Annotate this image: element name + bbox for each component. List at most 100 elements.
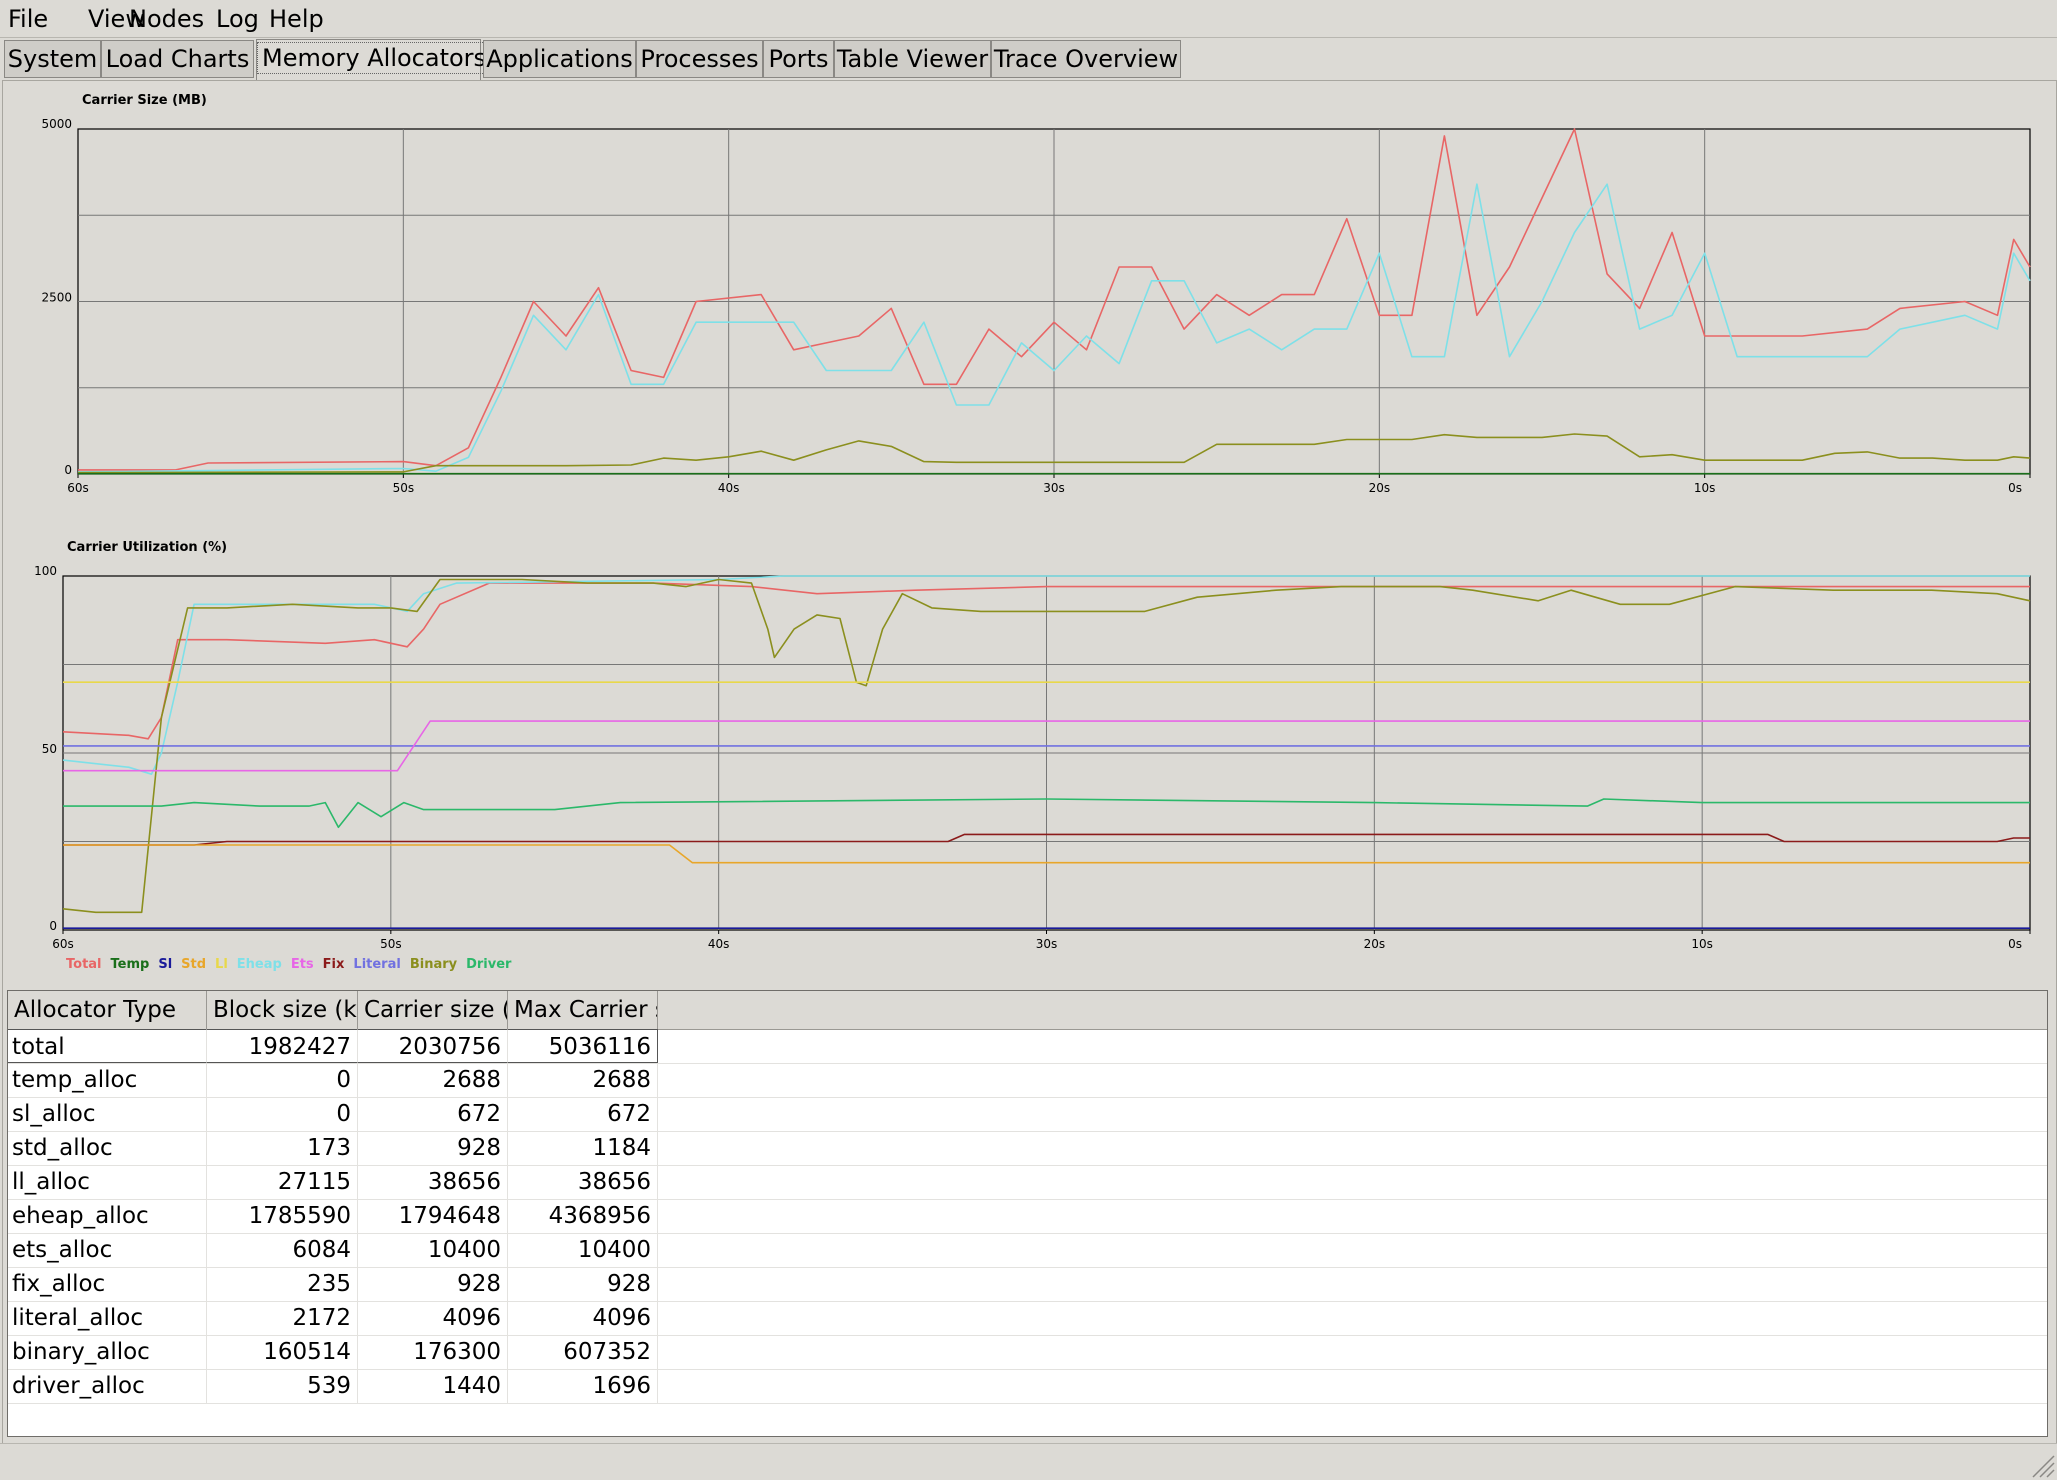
menu-nodes[interactable]: Nodes bbox=[129, 4, 204, 34]
legend-item-driver: Driver bbox=[466, 957, 512, 972]
allocator-name-cell: literal_alloc bbox=[8, 1301, 207, 1335]
value-cell: 928 bbox=[508, 1267, 658, 1301]
x-tick-label: 30s bbox=[1036, 937, 1058, 951]
value-cell: 0 bbox=[207, 1097, 358, 1131]
y-tick-label: 5000 bbox=[41, 117, 72, 131]
legend-item-fix: Fix bbox=[322, 957, 345, 972]
x-tick-label: 20s bbox=[1364, 937, 1386, 951]
allocator-name-cell: binary_alloc bbox=[8, 1335, 207, 1369]
value-cell: 1696 bbox=[508, 1369, 658, 1403]
x-tick-label: 0s bbox=[2008, 937, 2022, 951]
tab-ports[interactable]: Ports bbox=[763, 40, 834, 78]
allocator-name-cell: sl_alloc bbox=[8, 1097, 207, 1131]
value-cell: 10400 bbox=[508, 1233, 658, 1267]
chart-title: Carrier Utilization (%) bbox=[67, 540, 227, 555]
value-cell: 607352 bbox=[508, 1335, 658, 1369]
resize-grip-icon[interactable] bbox=[2029, 1452, 2055, 1478]
value-cell: 2172 bbox=[207, 1301, 358, 1335]
carrier-utilization-chart: Carrier Utilization (%) 60s 50s 40s 30s 20s 10… bbox=[34, 540, 2031, 951]
menu-help[interactable]: Help bbox=[269, 4, 324, 34]
table-row[interactable]: literal_alloc 2172 4096 4096 bbox=[8, 1301, 2047, 1336]
tab-label: Applications bbox=[486, 45, 633, 73]
value-cell: 539 bbox=[207, 1369, 358, 1403]
chart-legend: Total Temp Sl Std Ll Eheap Ets Fix Literal Binary… bbox=[66, 957, 520, 977]
y-tick-label: 0 bbox=[64, 463, 72, 477]
value-cell: 672 bbox=[358, 1097, 508, 1131]
tab-table-viewer[interactable]: Table Viewer bbox=[834, 40, 991, 78]
tab-label: System bbox=[7, 45, 98, 73]
value-cell: 928 bbox=[358, 1267, 508, 1301]
table-row[interactable]: sl_alloc 0 672 672 bbox=[8, 1097, 2047, 1132]
x-tick-label: 30s bbox=[1043, 481, 1065, 495]
legend-item-ll: Ll bbox=[215, 957, 228, 972]
menu-file[interactable]: File bbox=[8, 4, 48, 34]
value-cell: 38656 bbox=[508, 1165, 658, 1199]
legend-item-literal: Literal bbox=[353, 957, 401, 972]
legend-item-binary: Binary bbox=[409, 957, 458, 972]
column-header-allocator-type[interactable]: Allocator Type bbox=[8, 991, 207, 1029]
table-row[interactable]: std_alloc 173 928 1184 bbox=[8, 1131, 2047, 1166]
allocator-name-cell: total bbox=[8, 1029, 207, 1063]
table-row[interactable]: driver_alloc 539 1440 1696 bbox=[8, 1369, 2047, 1404]
x-tick-label: 50s bbox=[393, 481, 415, 495]
tab-label: Ports bbox=[768, 45, 829, 73]
legend-item-std: Std bbox=[181, 957, 207, 972]
menu-bar: File View Nodes Log Help bbox=[0, 0, 2057, 38]
y-tick-label: 100 bbox=[34, 564, 57, 578]
table-row[interactable]: eheap_alloc 1785590 1794648 4368956 bbox=[8, 1199, 2047, 1234]
column-header-max-carrier-s[interactable]: Max Carrier s bbox=[508, 991, 658, 1029]
value-cell: 160514 bbox=[207, 1335, 358, 1369]
allocator-table[interactable]: Allocator Type Block size (k Carrier size … bbox=[7, 990, 2048, 1437]
x-tick-label: 0s bbox=[2008, 481, 2022, 495]
value-cell: 0 bbox=[207, 1063, 358, 1097]
value-cell: 176300 bbox=[358, 1335, 508, 1369]
tab-applications[interactable]: Applications bbox=[483, 40, 636, 78]
table-row[interactable]: total 1982427 2030756 5036116 bbox=[8, 1029, 2047, 1064]
tab-processes[interactable]: Processes bbox=[636, 40, 763, 78]
x-tick-label: 40s bbox=[718, 481, 740, 495]
table-row[interactable]: fix_alloc 235 928 928 bbox=[8, 1267, 2047, 1302]
table-row[interactable]: temp_alloc 0 2688 2688 bbox=[8, 1063, 2047, 1098]
value-cell: 1440 bbox=[358, 1369, 508, 1403]
tab-label: Memory Allocators bbox=[257, 42, 492, 74]
x-tick-label: 10s bbox=[1691, 937, 1713, 951]
table-header: Allocator Type Block size (k Carrier size … bbox=[8, 991, 2047, 1030]
column-header-block-size-k[interactable]: Block size (k bbox=[207, 991, 358, 1029]
allocator-name-cell: std_alloc bbox=[8, 1131, 207, 1165]
allocator-name-cell: temp_alloc bbox=[8, 1063, 207, 1097]
tab-label: Trace Overview bbox=[993, 45, 1179, 73]
column-header-carrier-size[interactable]: Carrier size ( bbox=[358, 991, 508, 1029]
value-cell: 4096 bbox=[508, 1301, 658, 1335]
tab-load-charts[interactable]: Load Charts bbox=[101, 40, 254, 78]
y-tick-label: 50 bbox=[42, 742, 57, 756]
table-row[interactable]: ets_alloc 6084 10400 10400 bbox=[8, 1233, 2047, 1268]
value-cell: 1982427 bbox=[207, 1029, 358, 1063]
value-cell: 4096 bbox=[358, 1301, 508, 1335]
value-cell: 38656 bbox=[358, 1165, 508, 1199]
tab-memory-allocators[interactable]: Memory Allocators bbox=[256, 39, 492, 80]
table-row[interactable]: ll_alloc 27115 38656 38656 bbox=[8, 1165, 2047, 1200]
legend-item-sl: Sl bbox=[158, 957, 173, 972]
value-cell: 1184 bbox=[508, 1131, 658, 1165]
table-row[interactable]: binary_alloc 160514 176300 607352 bbox=[8, 1335, 2047, 1370]
value-cell: 672 bbox=[508, 1097, 658, 1131]
value-cell: 2030756 bbox=[358, 1029, 508, 1063]
tab-trace-overview[interactable]: Trace Overview bbox=[991, 40, 1181, 78]
value-cell: 5036116 bbox=[508, 1029, 658, 1063]
tab-system[interactable]: System bbox=[4, 40, 101, 78]
x-tick-label: 50s bbox=[380, 937, 402, 951]
value-cell: 10400 bbox=[358, 1233, 508, 1267]
chart-title: Carrier Size (MB) bbox=[82, 93, 207, 108]
value-cell: 27115 bbox=[207, 1165, 358, 1199]
value-cell: 4368956 bbox=[508, 1199, 658, 1233]
value-cell: 1785590 bbox=[207, 1199, 358, 1233]
value-cell: 235 bbox=[207, 1267, 358, 1301]
y-tick-label: 0 bbox=[49, 919, 57, 933]
status-bar bbox=[0, 1443, 2057, 1480]
tab-label: Processes bbox=[640, 45, 759, 73]
menu-log[interactable]: Log bbox=[216, 4, 259, 34]
x-tick-label: 60s bbox=[52, 937, 74, 951]
allocator-name-cell: ll_alloc bbox=[8, 1165, 207, 1199]
legend-item-ets: Ets bbox=[290, 957, 314, 972]
x-tick-label: 10s bbox=[1694, 481, 1716, 495]
